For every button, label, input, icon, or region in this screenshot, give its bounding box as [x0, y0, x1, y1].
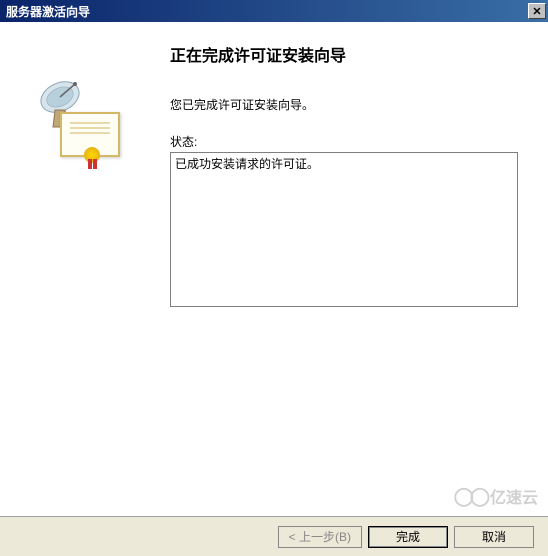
- window-titlebar: 服务器激活向导 ✕: [0, 0, 548, 22]
- window-title: 服务器激活向导: [4, 3, 90, 20]
- wizard-graphic: [35, 72, 145, 192]
- wizard-sidebar: [0, 22, 170, 516]
- close-icon: ✕: [532, 5, 541, 18]
- status-label: 状态:: [170, 133, 518, 150]
- wizard-main: 正在完成许可证安装向导 您已完成许可证安装向导。 状态: 已成功安装请求的许可证…: [170, 22, 548, 516]
- back-button: < 上一步(B): [278, 526, 362, 548]
- wizard-body: 正在完成许可证安装向导 您已完成许可证安装向导。 状态: 已成功安装请求的许可证…: [0, 22, 548, 516]
- cancel-button[interactable]: 取消: [454, 526, 534, 548]
- certificate-icon: [60, 112, 120, 157]
- wizard-subtext: 您已完成许可证安装向导。: [170, 96, 518, 113]
- wizard-button-bar: < 上一步(B) 完成 取消: [0, 516, 548, 556]
- status-message: 已成功安装请求的许可证。: [175, 157, 319, 171]
- close-button[interactable]: ✕: [528, 3, 546, 19]
- finish-button[interactable]: 完成: [368, 526, 448, 548]
- wizard-heading: 正在完成许可证安装向导: [170, 42, 518, 66]
- status-textbox[interactable]: 已成功安装请求的许可证。: [170, 152, 518, 307]
